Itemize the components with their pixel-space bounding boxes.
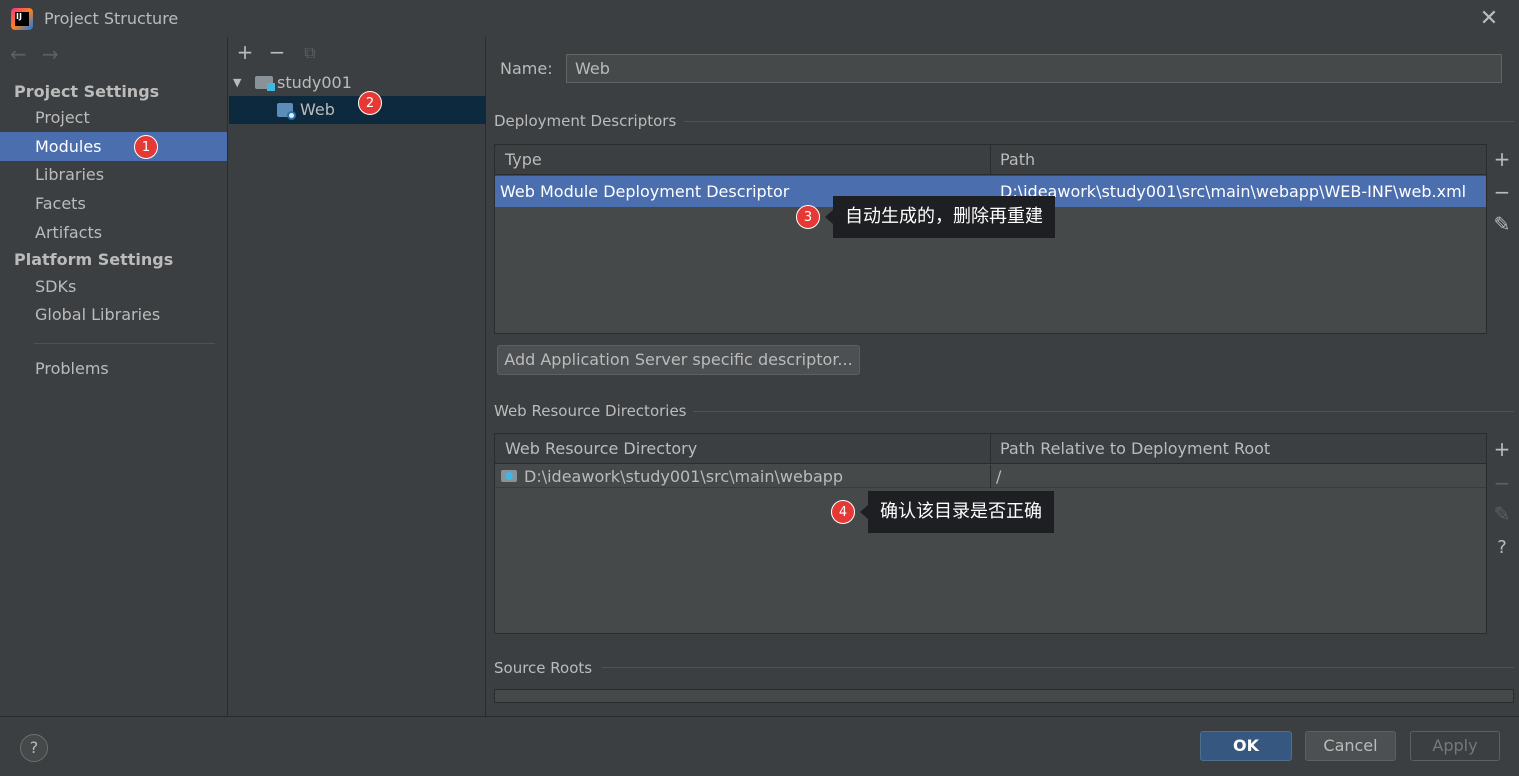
remove-web-resource-icon[interactable]: −	[1491, 471, 1513, 495]
nav-item-facets[interactable]: Facets	[0, 189, 227, 218]
deployment-descriptors-title: Deployment Descriptors	[494, 112, 677, 130]
nav-item-project[interactable]: Project	[0, 103, 227, 132]
tree-label-study001: study001	[277, 73, 352, 92]
nav-item-sdks[interactable]: SDKs	[0, 272, 227, 301]
module-tree-panel	[229, 37, 486, 716]
window-title: Project Structure	[44, 9, 179, 28]
column-header-path-relative[interactable]: Path Relative to Deployment Root	[990, 434, 1487, 464]
group-divider	[684, 121, 1514, 122]
source-roots-table	[494, 689, 1514, 703]
add-descriptor-icon[interactable]: +	[1491, 147, 1513, 171]
edit-web-resource-icon[interactable]: ✎	[1491, 502, 1513, 526]
web-resource-directories-title: Web Resource Directories	[494, 402, 687, 420]
web-resource-directories-table: Web Resource Directory Path Relative to …	[494, 433, 1487, 634]
descriptor-type-cell: Web Module Deployment Descriptor	[500, 182, 790, 201]
annotation-tooltip-3: 自动生成的，删除再重建	[833, 196, 1055, 238]
descriptor-path-cell: D:\ideawork\study001\src\main\webapp\WEB…	[1000, 182, 1467, 201]
module-name-field[interactable]	[566, 54, 1502, 83]
help-web-resource-icon[interactable]: ?	[1491, 537, 1513, 558]
column-header-type[interactable]: Type	[495, 145, 990, 175]
group-divider	[602, 667, 1514, 668]
nav-item-modules[interactable]: Modules	[0, 132, 227, 161]
project-settings-header: Project Settings	[14, 82, 160, 101]
table-header: Type Path	[495, 145, 1486, 175]
help-icon[interactable]: ?	[20, 734, 48, 762]
group-divider	[693, 411, 1514, 412]
apply-button[interactable]: Apply	[1410, 731, 1500, 761]
web-folder-icon	[501, 470, 517, 482]
tooltip-pointer	[860, 505, 868, 519]
relative-path-cell: /	[996, 467, 1002, 486]
deployment-descriptors-table: Type Path Web Module Deployment Descript…	[494, 144, 1487, 334]
cell-divider	[990, 465, 991, 488]
nav-separator	[34, 343, 215, 344]
folder-icon	[255, 76, 275, 91]
copy-module-icon[interactable]: ⧉	[300, 43, 320, 63]
web-facet-icon	[277, 103, 296, 120]
expand-toggle-icon[interactable]: ▼	[233, 68, 241, 97]
step-badge-1: 1	[134, 135, 158, 159]
annotation-tooltip-4: 确认该目录是否正确	[868, 491, 1054, 533]
intellij-app-icon: IJ	[11, 8, 33, 30]
back-arrow-icon[interactable]: ←	[10, 42, 27, 66]
nav-item-global-libraries[interactable]: Global Libraries	[0, 300, 227, 329]
remove-module-icon[interactable]: −	[267, 40, 287, 64]
tree-node-study001[interactable]: ▼ study001	[229, 68, 486, 97]
name-label: Name:	[500, 59, 553, 78]
web-resource-directory-cell: D:\ideawork\study001\src\main\webapp	[524, 467, 844, 486]
remove-descriptor-icon[interactable]: −	[1491, 180, 1513, 204]
title-bar	[0, 0, 1519, 37]
table-row[interactable]: D:\ideawork\study001\src\main\webapp /	[495, 465, 1486, 488]
source-roots-title: Source Roots	[494, 659, 593, 677]
tree-label-web: Web	[300, 100, 335, 119]
add-module-icon[interactable]: +	[235, 40, 255, 64]
add-web-resource-icon[interactable]: +	[1491, 437, 1513, 461]
cancel-button[interactable]: Cancel	[1305, 731, 1396, 761]
nav-item-problems[interactable]: Problems	[0, 354, 227, 383]
step-badge-2: 2	[358, 91, 382, 115]
tooltip-pointer	[825, 210, 833, 224]
web-resource-toolbar	[1487, 433, 1517, 634]
ok-button[interactable]: OK	[1200, 731, 1292, 761]
forward-arrow-icon[interactable]: →	[42, 42, 59, 66]
edit-descriptor-icon[interactable]: ✎	[1491, 212, 1513, 236]
platform-settings-header: Platform Settings	[14, 250, 174, 269]
add-server-descriptor-button[interactable]: Add Application Server specific descript…	[497, 345, 860, 375]
nav-item-libraries[interactable]: Libraries	[0, 160, 227, 189]
close-icon[interactable]: ✕	[1478, 6, 1500, 31]
deployment-toolbar	[1487, 144, 1517, 334]
column-header-web-resource-directory[interactable]: Web Resource Directory	[495, 434, 990, 464]
step-badge-3: 3	[796, 205, 820, 229]
nav-item-artifacts[interactable]: Artifacts	[0, 218, 227, 247]
step-badge-4: 4	[831, 500, 855, 524]
column-header-path[interactable]: Path	[990, 145, 1487, 175]
table-header: Web Resource Directory Path Relative to …	[495, 434, 1486, 464]
